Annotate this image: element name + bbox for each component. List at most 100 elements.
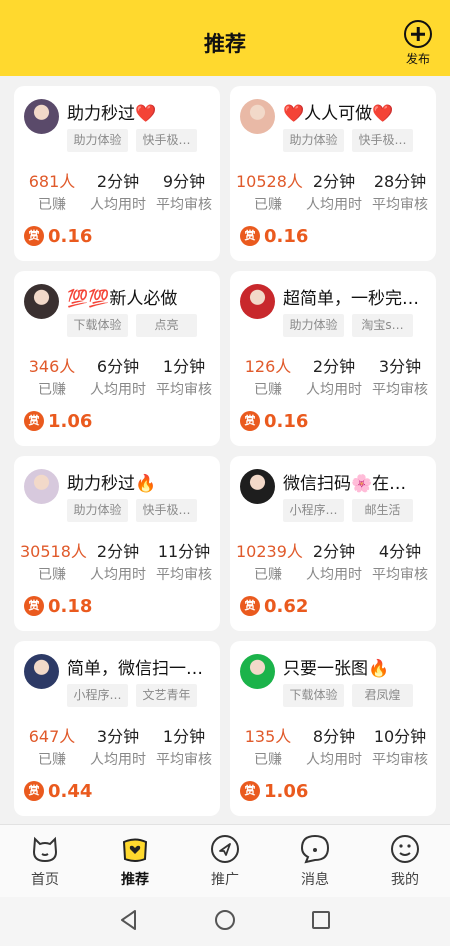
task-title: 微信扫码🌸在… <box>283 474 407 494</box>
tab-recommend[interactable]: 推荐 <box>100 833 170 889</box>
task-tag: 快手极… <box>136 129 197 152</box>
task-card[interactable]: 微信扫码🌸在… 小程序… 邮生活 10239人 2分钟 4分钟 已赚 人均用时 平均审核赏 0.6… <box>230 456 436 631</box>
task-title: 💯💯新人必做 <box>67 289 178 309</box>
earned-label: 已赚 <box>254 752 282 768</box>
tab-home[interactable]: 首页 <box>10 833 80 889</box>
earned-label: 已赚 <box>254 382 282 398</box>
reward-value: 0.62 <box>264 595 309 617</box>
task-tag: 君凤煌 <box>352 684 413 707</box>
task-tag: 文艺青年 <box>136 684 197 707</box>
avatar <box>24 469 59 504</box>
chat-face-icon <box>300 834 330 864</box>
task-tag: 下载体验 <box>67 314 128 337</box>
earned-count: 10239人 <box>236 542 303 561</box>
reward-value: 0.16 <box>48 225 93 247</box>
earned-count: 10528人 <box>236 172 303 191</box>
task-tag: 淘宝s… <box>352 314 413 337</box>
task-card[interactable]: ❤️人人可做❤️ 助力体验 快手极… 10528人 2分钟 28分钟 已赚 人均用时 平均审核赏… <box>230 86 436 261</box>
earned-count: 681人 <box>28 172 76 191</box>
task-title: ❤️人人可做❤️ <box>283 104 394 124</box>
reward-amount: 赏 0.62 <box>240 594 308 618</box>
reward-coin-icon: 赏 <box>240 411 260 431</box>
avg-time-label: 人均用时 <box>306 752 362 768</box>
reward-amount: 赏 1.06 <box>24 409 92 433</box>
avg-time-label: 人均用时 <box>90 567 146 583</box>
home-nav-icon[interactable] <box>214 909 236 931</box>
back-nav-icon[interactable] <box>118 909 140 931</box>
publish-button[interactable]: 发布 <box>400 20 436 67</box>
avatar <box>240 654 275 689</box>
earned-label: 已赚 <box>254 197 282 213</box>
earned-count: 30518人 <box>20 542 87 561</box>
tab-promote-label: 推广 <box>211 872 239 888</box>
task-card[interactable]: 只要一张图🔥 下载体验 君凤煌 135人 8分钟 10分钟 已赚 人均用时 平均审核赏 1.06 <box>230 641 436 816</box>
task-grid: 助力秒过❤️ 助力体验 快手极… 681人 2分钟 9分钟 已赚 人均用时 平均审核赏 0.16 ❤… <box>0 76 450 822</box>
smiley-icon <box>391 835 419 863</box>
earned-count: 135人 <box>244 727 292 746</box>
avg-review-value: 10分钟 <box>373 727 427 746</box>
avg-review-label: 平均审核 <box>372 567 428 583</box>
avg-time-value: 2分钟 <box>96 542 140 561</box>
avg-review-label: 平均审核 <box>156 752 212 768</box>
task-card[interactable]: 超简单，一秒完… 助力体验 淘宝s… 126人 2分钟 3分钟 已赚 人均用时 平均审核赏 0.1… <box>230 271 436 446</box>
avg-time-label: 人均用时 <box>306 567 362 583</box>
task-card[interactable]: 助力秒过❤️ 助力体验 快手极… 681人 2分钟 9分钟 已赚 人均用时 平均审核赏 0.16 <box>14 86 220 261</box>
reward-amount: 赏 0.18 <box>24 594 92 618</box>
reward-coin-icon: 赏 <box>24 411 44 431</box>
avatar <box>240 99 275 134</box>
avg-time-label: 人均用时 <box>306 197 362 213</box>
avatar <box>240 469 275 504</box>
avg-review-value: 9分钟 <box>162 172 206 191</box>
task-tag: 邮生活 <box>352 499 413 522</box>
reward-amount: 赏 0.44 <box>24 779 92 803</box>
plus-circle-icon <box>404 20 432 48</box>
reward-value: 1.06 <box>48 410 93 432</box>
avatar <box>24 284 59 319</box>
cat-face-icon <box>32 836 58 863</box>
task-title: 只要一张图🔥 <box>283 659 390 679</box>
tab-promote[interactable]: 推广 <box>190 833 260 889</box>
avg-time-label: 人均用时 <box>90 382 146 398</box>
send-circle-icon <box>211 835 239 863</box>
tab-messages-label: 消息 <box>301 872 329 888</box>
task-title: 简单，微信扫一… <box>67 659 203 679</box>
reward-value: 1.06 <box>264 780 309 802</box>
reward-amount: 赏 0.16 <box>240 409 308 433</box>
task-tag: 助力体验 <box>283 129 344 152</box>
avg-time-label: 人均用时 <box>90 752 146 768</box>
task-card[interactable]: 助力秒过🔥 助力体验 快手极… 30518人 2分钟 11分钟 已赚 人均用时 平均审核赏 0.1… <box>14 456 220 631</box>
reward-coin-icon: 赏 <box>24 781 44 801</box>
avg-time-value: 8分钟 <box>312 727 356 746</box>
task-title: 超简单，一秒完… <box>283 289 419 309</box>
reward-coin-icon: 赏 <box>24 226 44 246</box>
avg-review-label: 平均审核 <box>156 382 212 398</box>
earned-label: 已赚 <box>38 752 66 768</box>
reward-value: 0.16 <box>264 225 309 247</box>
bottom-tab-bar: 首页 推荐 推广 消息 我的 <box>0 824 450 897</box>
avg-time-value: 6分钟 <box>96 357 140 376</box>
earned-label: 已赚 <box>38 567 66 583</box>
avatar <box>240 284 275 319</box>
task-card[interactable]: 💯💯新人必做 下载体验 点亮 346人 6分钟 1分钟 已赚 人均用时 平均审核赏 1.06 <box>14 271 220 446</box>
reward-value: 0.16 <box>264 410 309 432</box>
task-title: 助力秒过❤️ <box>67 104 157 124</box>
avatar <box>24 99 59 134</box>
avg-review-label: 平均审核 <box>156 567 212 583</box>
earned-label: 已赚 <box>38 382 66 398</box>
earned-label: 已赚 <box>254 567 282 583</box>
avg-time-value: 2分钟 <box>312 542 356 561</box>
earned-count: 346人 <box>28 357 76 376</box>
avg-review-label: 平均审核 <box>156 197 212 213</box>
avg-time-value: 2分钟 <box>96 172 140 191</box>
avg-review-label: 平均审核 <box>372 197 428 213</box>
avg-review-value: 11分钟 <box>157 542 211 561</box>
reward-amount: 赏 1.06 <box>240 779 308 803</box>
task-tag: 小程序… <box>67 684 128 707</box>
tab-messages[interactable]: 消息 <box>280 833 350 889</box>
tab-profile[interactable]: 我的 <box>370 833 440 889</box>
task-card[interactable]: 简单，微信扫一… 小程序… 文艺青年 647人 3分钟 1分钟 已赚 人均用时 平均审核赏 0.4… <box>14 641 220 816</box>
task-title: 助力秒过🔥 <box>67 474 157 494</box>
avg-time-value: 2分钟 <box>312 357 356 376</box>
recents-nav-icon[interactable] <box>310 909 332 931</box>
system-navigation-bar <box>0 897 450 946</box>
